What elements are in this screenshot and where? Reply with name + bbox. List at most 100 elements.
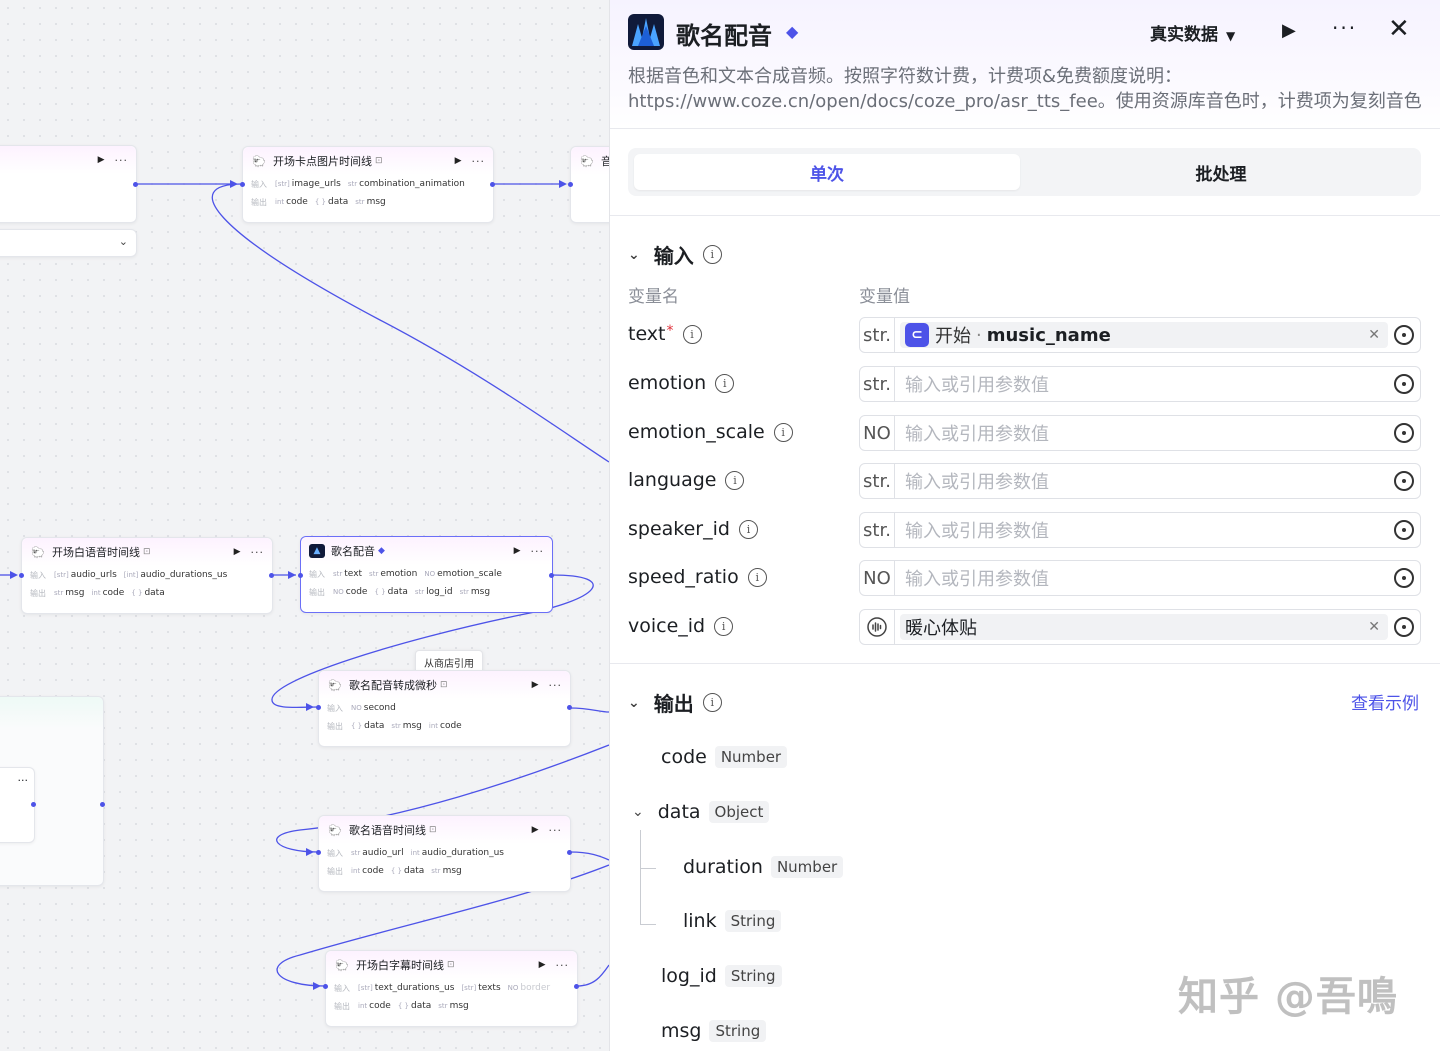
more-icon[interactable]: ··· [472, 155, 486, 168]
node-port[interactable] [269, 573, 274, 578]
node-port[interactable] [549, 573, 554, 578]
reference-target-icon[interactable] [1394, 617, 1414, 637]
reference-target-icon[interactable] [1394, 568, 1414, 588]
start-node-icon: ⊂ [905, 323, 929, 347]
input-label: 输入 [251, 179, 267, 189]
variable-reference[interactable]: ⊂ 开始 · music_name ✕ [900, 322, 1388, 348]
view-example-link[interactable]: 查看示例 [1351, 689, 1419, 714]
field-name: emotion_scale i [628, 421, 793, 443]
output-field-data[interactable]: ⌄ data Object [632, 801, 770, 823]
reference-target-icon[interactable] [1394, 520, 1414, 540]
info-icon[interactable]: i [702, 693, 722, 712]
node-song-title-voice[interactable]: ▲ 歌名配音 ◆ ▶ ··· 输入 str text str emotion NO emoti… [300, 536, 553, 613]
node-port[interactable] [31, 802, 36, 807]
node-partial-right[interactable]: 🐑 音 [570, 146, 609, 223]
type-badge: Number [714, 746, 788, 768]
type-label: str. [860, 464, 895, 498]
node-opening-subtitle-timeline[interactable]: 🐑 开场白字幕时间线 ⊡ ▶ ··· 输入 [str] text_durations_us… [325, 950, 578, 1027]
chevron-down-icon[interactable]: ⌄ [632, 804, 644, 820]
node-port[interactable] [567, 850, 572, 855]
inner-node-partial[interactable]: ··· [0, 767, 35, 843]
node-port[interactable] [133, 182, 138, 187]
node-test-panel: 歌名配音 ◆ 真实数据 ▼ ▶ ··· ✕ 根据音色和文本合成音频。按照字符数计费… [609, 0, 1440, 1051]
tree-line [640, 830, 641, 925]
node-port[interactable] [240, 182, 245, 187]
run-icon[interactable]: ▶ [234, 547, 241, 557]
field-name: text * i [628, 323, 702, 345]
param-chip: [str] image_urls [275, 179, 341, 189]
node-song-voice-to-microseconds[interactable]: 🐑 歌名配音转成微秒 ⊡ ▶ ··· 输入 NO second 输出 { } data st… [318, 670, 571, 747]
output-section-header[interactable]: ⌄ 输出 i [628, 688, 722, 717]
info-icon[interactable]: i [725, 470, 745, 490]
voice-id-value-field[interactable]: 暖心体贴 ✕ [859, 609, 1421, 645]
data-source-select[interactable]: 真实数据 ▼ [1150, 20, 1235, 45]
reference-target-icon[interactable] [1394, 325, 1414, 345]
node-port[interactable] [19, 573, 24, 578]
info-icon[interactable]: i [715, 373, 735, 393]
param-chip: int code [91, 588, 125, 598]
placeholder: 输入或引用参数值 [905, 521, 1049, 542]
param-chip: { } data [314, 197, 349, 207]
reference-target-icon[interactable] [1394, 423, 1414, 443]
more-icon[interactable]: ··· [18, 774, 29, 787]
tab-single[interactable]: 单次 [634, 154, 1020, 190]
info-icon[interactable]: i [702, 245, 722, 264]
node-partial-dropdown[interactable]: ⌄ [0, 229, 137, 257]
run-icon[interactable]: ▶ [532, 825, 539, 835]
run-icon[interactable]: ▶ [514, 546, 521, 556]
node-opening-image-timeline[interactable]: 🐑 开场卡点图片时间线 ⊡ ▶ ··· 输入 [str] image_urls str co… [242, 146, 494, 223]
speed-ratio-value-field[interactable]: NO 输入或引用参数值 [859, 560, 1421, 596]
more-icon[interactable]: ··· [531, 545, 545, 558]
reference-target-icon[interactable] [1394, 374, 1414, 394]
node-port[interactable] [490, 182, 495, 187]
more-icon[interactable]: ··· [549, 824, 563, 837]
param-chip: [str] texts [461, 983, 501, 993]
voice-selection[interactable]: 暖心体贴 ✕ [900, 614, 1388, 640]
emotion-scale-value-field[interactable]: NO 输入或引用参数值 [859, 415, 1421, 451]
speaker-id-value-field[interactable]: str. 输入或引用参数值 [859, 512, 1421, 548]
info-icon[interactable]: i [682, 324, 702, 344]
more-icon[interactable]: ··· [549, 679, 563, 692]
run-icon[interactable]: ▶ [539, 960, 546, 970]
loop-group-partial[interactable]: ··· [0, 696, 104, 886]
info-icon[interactable]: i [773, 422, 793, 442]
node-port[interactable] [568, 182, 573, 187]
clear-icon[interactable]: ✕ [1368, 619, 1380, 635]
param-chip: { } data [390, 866, 425, 876]
input-label: 输入 [30, 570, 46, 580]
node-song-voice-timeline[interactable]: 🐑 歌名语音时间线 ⊡ ▶ ··· 输入 str audio_url int audio_d… [318, 815, 571, 892]
param-chip: { } data [351, 721, 385, 731]
node-port[interactable] [574, 984, 579, 989]
run-icon[interactable]: ▶ [98, 155, 105, 165]
more-icon[interactable]: ··· [251, 546, 265, 559]
reference-target-icon[interactable] [1394, 471, 1414, 491]
language-value-field[interactable]: str. 输入或引用参数值 [859, 463, 1421, 499]
node-port[interactable] [316, 705, 321, 710]
run-button[interactable]: ▶ [1282, 20, 1296, 41]
node-port[interactable] [100, 802, 105, 807]
node-title: 歌名配音转成微秒 [349, 679, 437, 692]
run-icon[interactable]: ▶ [532, 680, 539, 690]
info-icon[interactable]: i [714, 616, 734, 636]
more-icon[interactable]: ··· [115, 154, 129, 167]
text-value-field[interactable]: str. ⊂ 开始 · music_name ✕ [859, 317, 1421, 353]
node-port[interactable] [323, 984, 328, 989]
node-port[interactable] [567, 705, 572, 710]
info-icon[interactable]: i [738, 519, 758, 539]
node-port[interactable] [298, 573, 303, 578]
node-opening-voice-timeline[interactable]: 🐑 开场白语音时间线 ⊡ ▶ ··· 输入 [str] audio_urls [int] a… [21, 537, 273, 614]
tab-batch[interactable]: 批处理 [1028, 154, 1414, 190]
workflow-canvas[interactable]: ▶ ··· ⌄ 🐑 开场卡点图片时间线 ⊡ ▶ ··· 输入 [str] image_url… [0, 0, 609, 1051]
info-icon[interactable]: i [747, 567, 767, 587]
more-icon[interactable]: ··· [556, 959, 570, 972]
node-port[interactable] [316, 850, 321, 855]
run-icon[interactable]: ▶ [455, 156, 462, 166]
field-name: speaker_id i [628, 518, 758, 540]
more-icon[interactable]: ··· [1332, 16, 1357, 40]
emotion-value-field[interactable]: str. 输入或引用参数值 [859, 366, 1421, 402]
input-section-header[interactable]: ⌄ 输入 i [628, 240, 722, 269]
clear-icon[interactable]: ✕ [1368, 327, 1380, 343]
close-icon[interactable]: ✕ [1388, 14, 1410, 44]
param-chip: [str] audio_urls [54, 570, 117, 580]
node-partial-left[interactable]: ▶ ··· [0, 145, 137, 223]
